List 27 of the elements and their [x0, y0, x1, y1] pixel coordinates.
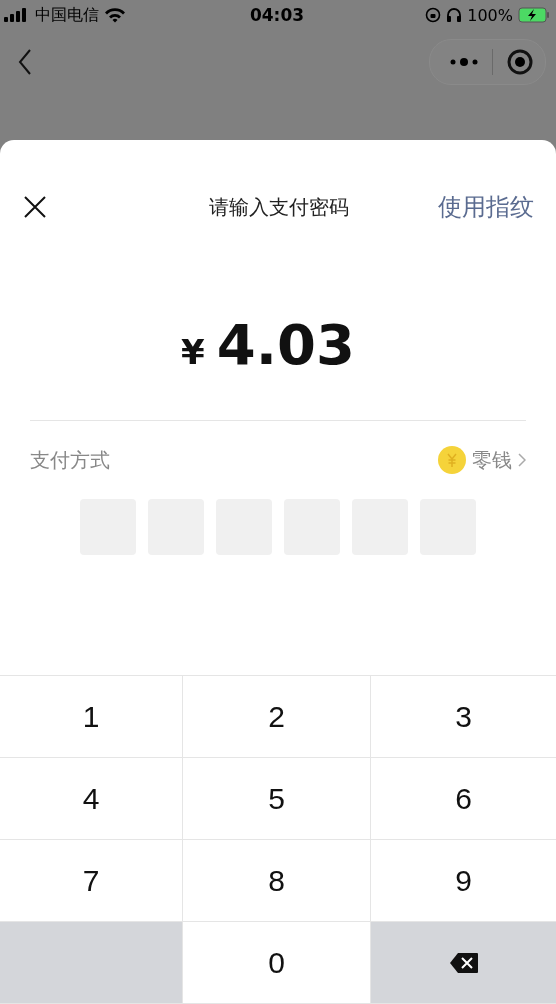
battery-charging-icon: [518, 7, 550, 23]
coin-icon: [438, 446, 466, 474]
more-icon[interactable]: [450, 57, 478, 67]
clock-time: 04:03: [249, 5, 305, 25]
digit-key[interactable]: 4: [0, 758, 183, 840]
headphones-icon: [446, 7, 463, 23]
battery-percent: 100%: [467, 5, 513, 25]
currency-symbol: ¥: [181, 332, 205, 372]
carrier-name: 中国电信: [35, 4, 99, 26]
close-target-icon[interactable]: [507, 49, 533, 75]
digit-key[interactable]: 1: [0, 676, 183, 758]
backspace-icon: [448, 951, 479, 974]
payment-label: 支付方式: [30, 446, 110, 474]
digit-key[interactable]: 7: [0, 840, 183, 922]
close-icon[interactable]: [24, 196, 46, 218]
rotation-lock-icon: [425, 7, 442, 23]
payment-method[interactable]: 零钱: [472, 446, 512, 474]
sheet-title: 请输入支付密码: [209, 193, 349, 221]
digit-key[interactable]: 5: [183, 758, 371, 840]
digit-key[interactable]: 2: [183, 676, 371, 758]
back-icon[interactable]: [18, 49, 32, 75]
wifi-icon: [104, 7, 126, 23]
backspace-key[interactable]: [371, 922, 556, 1004]
fingerprint-link[interactable]: 使用指纹: [438, 191, 534, 223]
amount-value: 4.03: [216, 312, 355, 377]
digit-key[interactable]: 8: [183, 840, 371, 922]
digit-key[interactable]: 0: [183, 922, 371, 1004]
